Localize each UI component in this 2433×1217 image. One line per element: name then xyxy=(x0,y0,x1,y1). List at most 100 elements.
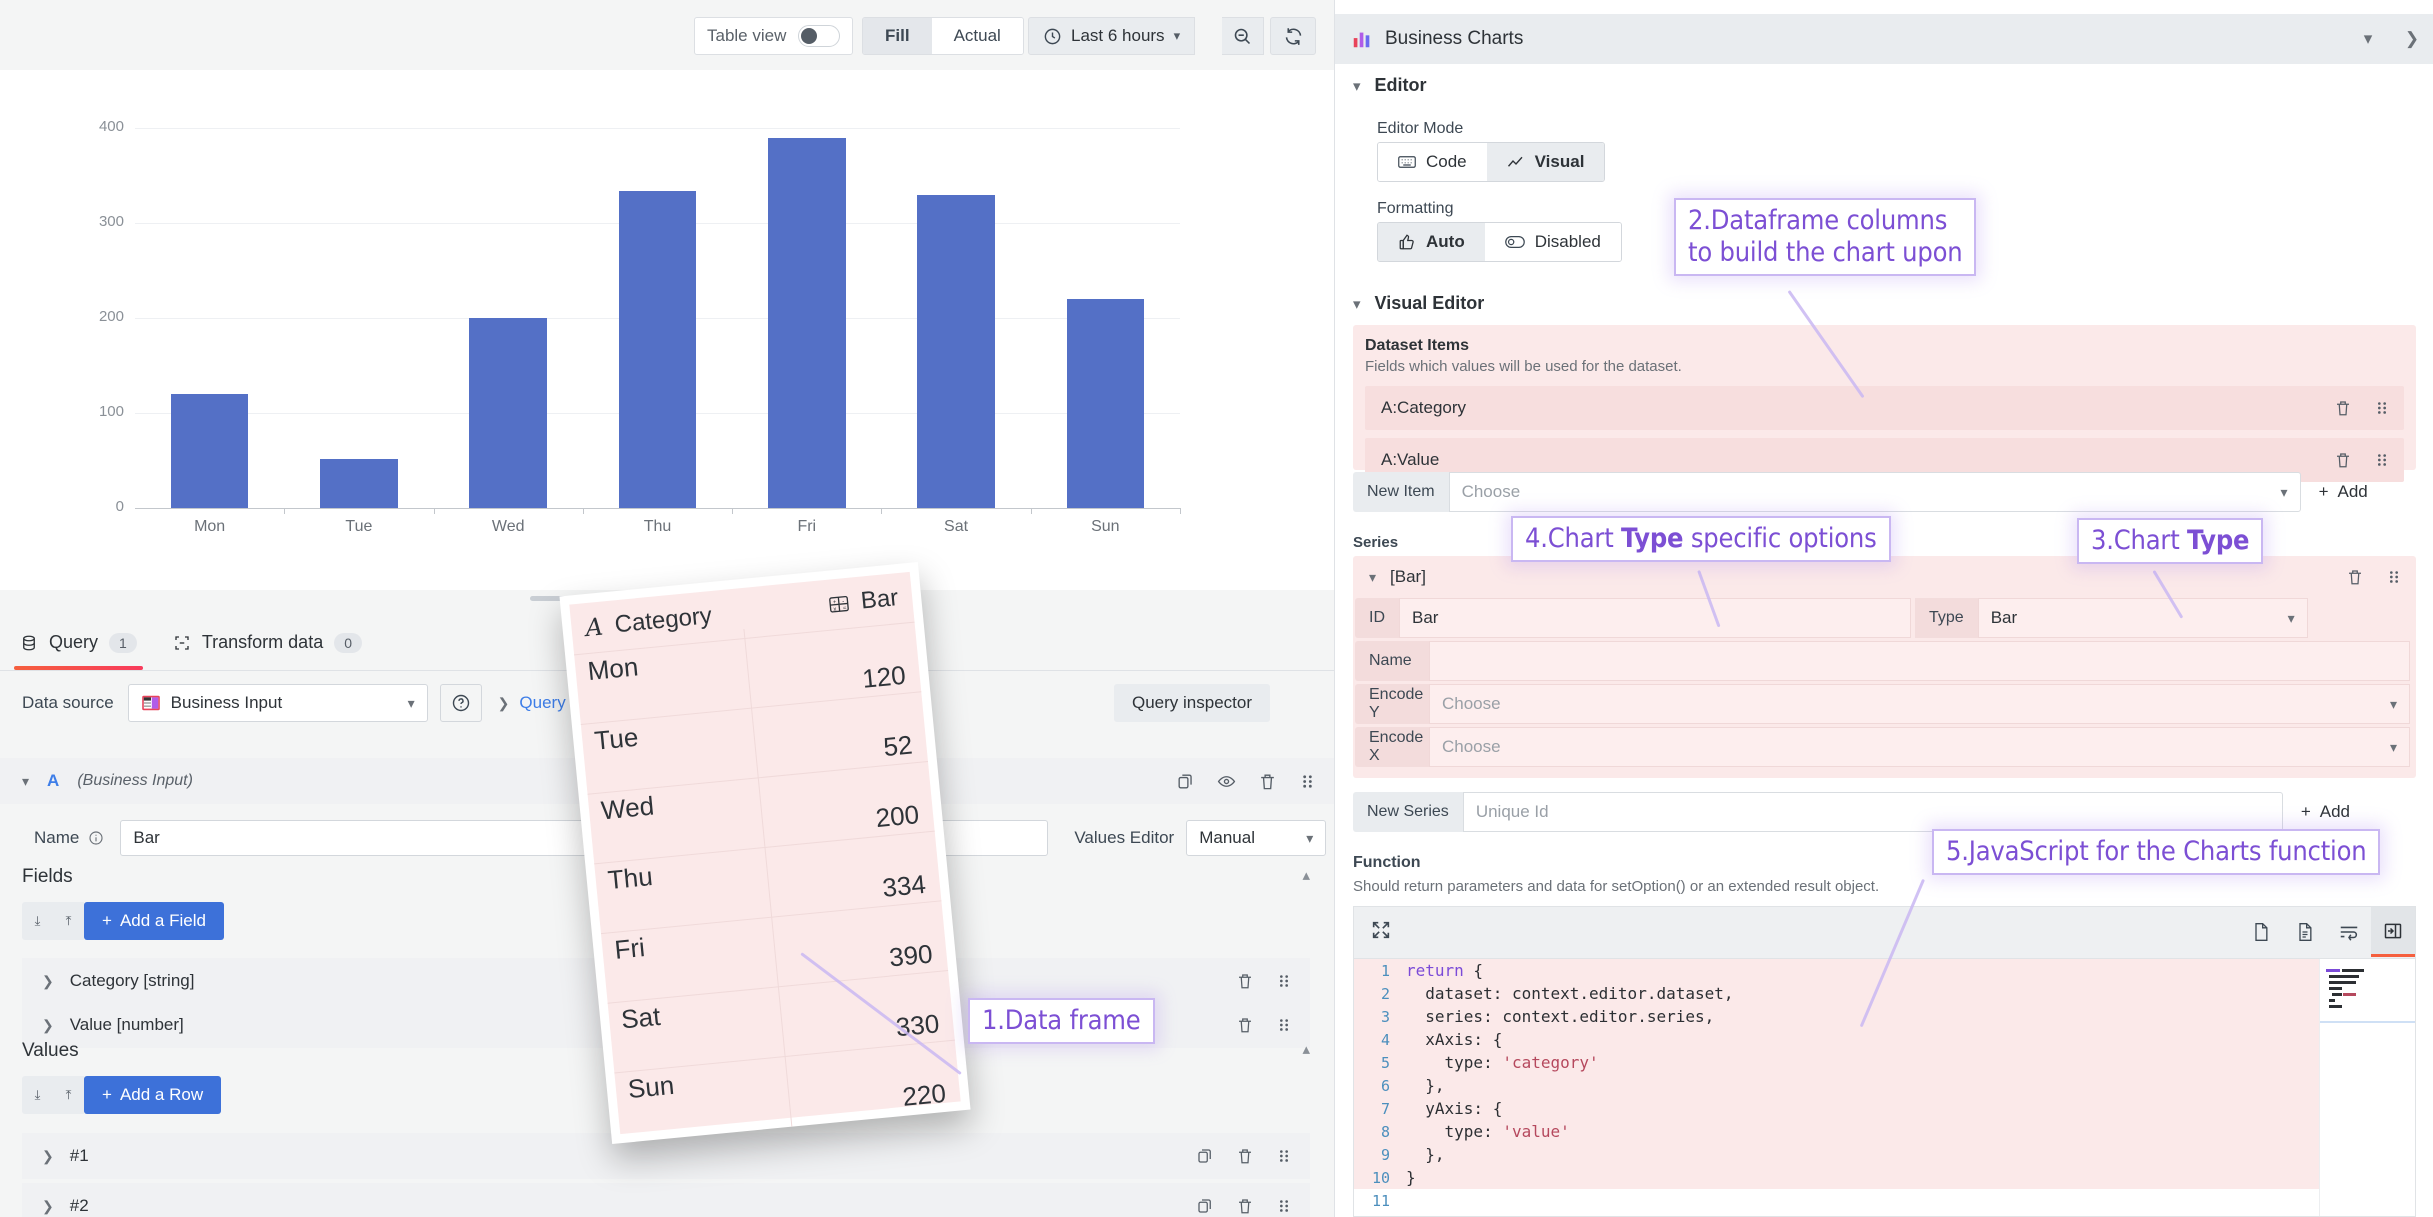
encode-x-select[interactable]: Choose ▾ xyxy=(1429,727,2410,767)
drag-handle-icon[interactable] xyxy=(1276,972,1292,990)
chart-bar[interactable] xyxy=(320,459,398,508)
trash-icon[interactable] xyxy=(1236,1016,1254,1034)
fill-button[interactable]: Fill xyxy=(863,18,932,54)
tab-query[interactable]: Query 1 xyxy=(20,615,137,670)
value-row-2[interactable]: ❯ #2 xyxy=(22,1183,1310,1217)
table-view-toggle[interactable]: Table view xyxy=(694,17,853,55)
editor-mode-visual-button[interactable]: Visual xyxy=(1487,143,1605,181)
fields-sort-desc-button[interactable]: ⤓ xyxy=(22,902,53,940)
drag-handle-icon[interactable] xyxy=(1276,1147,1292,1165)
series-id-input[interactable]: Bar xyxy=(1399,598,1911,638)
formatting-disabled-button[interactable]: Disabled xyxy=(1485,223,1621,261)
panel-header[interactable]: Business Charts ▾ ❯ xyxy=(1335,14,2433,64)
chevron-down-icon[interactable]: ▾ xyxy=(1353,77,1361,95)
chart-bar[interactable] xyxy=(1067,299,1145,508)
drag-handle-icon[interactable] xyxy=(2374,451,2390,469)
chevron-down-icon[interactable]: ▾ xyxy=(1353,295,1361,313)
trash-icon[interactable] xyxy=(1236,972,1254,990)
add-row-label: Add a Row xyxy=(120,1085,203,1105)
dataframe-cell-value: 390 xyxy=(888,938,934,973)
chart-bar[interactable] xyxy=(469,318,547,508)
series-type-select[interactable]: Bar ▾ xyxy=(1978,598,2308,638)
data-source-select[interactable]: Business Input ▾ xyxy=(128,684,428,722)
code-expand-button[interactable] xyxy=(1354,919,1392,947)
collapse-panel-icon[interactable]: ❯ xyxy=(2390,29,2433,49)
wrap-lines-icon[interactable] xyxy=(2327,907,2371,957)
zoom-out-button[interactable] xyxy=(1222,17,1264,55)
editor-mode-segmented[interactable]: Code Visual xyxy=(1377,142,1605,182)
table-view-label: Table view xyxy=(707,26,786,46)
toggle-minimap-icon[interactable] xyxy=(2371,907,2415,957)
file-text-icon[interactable] xyxy=(2283,907,2327,957)
chevron-right-icon[interactable]: ❯ xyxy=(42,973,54,990)
dataframe-cell-category: Sun xyxy=(627,1070,676,1105)
new-item-select[interactable]: Choose ▾ xyxy=(1449,472,2301,512)
chevron-right-icon[interactable]: ❯ xyxy=(42,1148,54,1165)
value-row-1[interactable]: ❯ #1 xyxy=(22,1133,1310,1179)
new-item-add-button[interactable]: + Add xyxy=(2301,482,2368,502)
tab-transform-data[interactable]: Transform data 0 xyxy=(173,615,362,670)
values-sort-desc-button[interactable]: ⤓ xyxy=(22,1076,53,1114)
actual-button[interactable]: Actual xyxy=(932,18,1023,54)
table-view-switch[interactable] xyxy=(798,25,840,47)
formatting-auto-button[interactable]: Auto xyxy=(1378,223,1485,261)
refresh-button[interactable] xyxy=(1270,17,1316,55)
new-series-input[interactable]: Unique Id xyxy=(1463,792,2283,832)
values-editor-select[interactable]: Manual ▾ xyxy=(1186,820,1326,856)
svg-text:x: x xyxy=(833,605,837,612)
duplicate-icon[interactable] xyxy=(1196,1147,1214,1165)
help-button[interactable] xyxy=(440,684,482,722)
chart-bar[interactable] xyxy=(917,195,995,509)
code-editor[interactable]: 1return {2 dataset: context.editor.datas… xyxy=(1353,958,2416,1217)
drag-handle-icon[interactable] xyxy=(2374,399,2390,417)
drag-handle-icon[interactable] xyxy=(1299,772,1316,791)
trash-icon[interactable] xyxy=(1236,1147,1254,1165)
trash-icon[interactable] xyxy=(2334,399,2352,417)
series-header[interactable]: ▾ [Bar] xyxy=(1353,556,2416,598)
editor-mode-code-button[interactable]: Code xyxy=(1378,143,1487,181)
eye-icon[interactable] xyxy=(1217,772,1236,791)
drag-handle-icon[interactable] xyxy=(1276,1016,1292,1034)
chart-bar[interactable] xyxy=(768,138,846,509)
values-collapse-caret[interactable]: ▴ xyxy=(1302,1040,1310,1058)
values-sort-asc-button[interactable]: ⤒ xyxy=(53,1076,84,1114)
fill-actual-segmented[interactable]: Fill Actual xyxy=(862,17,1024,55)
series-box: ▾ [Bar] ID Bar Type Bar ▾ Name xyxy=(1353,556,2416,778)
add-field-button[interactable]: + Add a Field xyxy=(84,902,224,940)
trash-icon[interactable] xyxy=(2334,451,2352,469)
duplicate-icon[interactable] xyxy=(1196,1197,1214,1215)
minimap-viewport[interactable] xyxy=(2320,1021,2415,1023)
dataset-item-row[interactable]: A:Category xyxy=(1365,386,2404,430)
chevron-right-icon[interactable]: ❯ xyxy=(42,1017,54,1034)
duplicate-icon[interactable] xyxy=(1176,772,1195,791)
visual-editor-section-header[interactable]: ▾ Visual Editor xyxy=(1353,293,1484,314)
new-series-add-button[interactable]: + Add xyxy=(2283,802,2350,822)
bar-chart[interactable]: 0100200300400 MonTueWedThuFriSatSun xyxy=(0,70,1334,590)
fields-sort-asc-button[interactable]: ⤒ xyxy=(53,902,84,940)
viz-toolbar: Table view Fill Actual Last 6 hours ▾ xyxy=(0,0,1334,70)
chart-bar[interactable] xyxy=(619,191,697,508)
editor-section-header[interactable]: ▾ Editor xyxy=(1353,75,1427,96)
chevron-down-icon: ▾ xyxy=(2288,610,2295,627)
trash-icon[interactable] xyxy=(1236,1197,1254,1215)
drag-handle-icon[interactable] xyxy=(1276,1197,1292,1215)
chart-bar[interactable] xyxy=(171,394,249,508)
trash-icon[interactable] xyxy=(1258,772,1277,791)
encode-y-select[interactable]: Choose ▾ xyxy=(1429,684,2410,724)
chart-x-tick-label: Thu xyxy=(583,518,732,536)
add-row-button[interactable]: + Add a Row xyxy=(84,1076,221,1114)
trash-icon[interactable] xyxy=(2346,568,2364,586)
code-minimap[interactable] xyxy=(2319,959,2415,1216)
time-range-picker[interactable]: Last 6 hours ▾ xyxy=(1028,17,1195,55)
copy-file-icon[interactable] xyxy=(2239,907,2283,957)
drag-handle-icon[interactable] xyxy=(2386,568,2402,586)
formatting-segmented[interactable]: Auto Disabled xyxy=(1377,222,1622,262)
chevron-down-icon[interactable]: ▾ xyxy=(1369,569,1376,586)
series-name-input[interactable] xyxy=(1429,641,2410,681)
chevron-right-icon[interactable]: ❯ xyxy=(42,1198,54,1215)
chevron-down-icon[interactable]: ▾ xyxy=(22,773,29,790)
chevron-down-icon[interactable]: ▾ xyxy=(2346,29,2390,49)
query-name-label: Name xyxy=(34,828,104,848)
fields-collapse-caret[interactable]: ▴ xyxy=(1302,866,1310,884)
query-inspector-button[interactable]: Query inspector xyxy=(1114,684,1270,722)
